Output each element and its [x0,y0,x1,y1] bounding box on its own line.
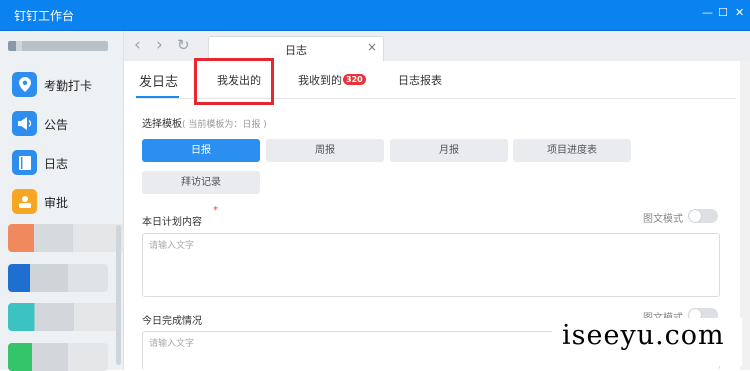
tab-received[interactable]: 我收到的 320 [298,72,366,88]
textarea-placeholder: 请输入文字 [149,339,195,349]
rich-mode-label: 图文模式 [643,214,683,225]
refresh-icon[interactable]: ↻ [177,36,190,54]
toggle-knob [689,210,701,222]
sidebar-item-label: 日志 [44,157,69,171]
minimize-button[interactable]: — [702,6,713,19]
template-project-progress-button[interactable]: 项目进度表 [513,139,631,162]
sidebar-item-approval[interactable]: 审批 [0,184,123,220]
account-name-blurred[interactable] [8,41,108,51]
back-arrow-icon[interactable]: ‹ [134,35,141,55]
sidebar-item-label: 公告 [44,118,69,132]
template-daily-button[interactable]: 日报 [142,139,260,162]
tab-title: 日志 [285,44,307,57]
field-plan-label: 本日计划内容 [142,217,202,228]
sidebar-scrollbar[interactable] [116,225,121,365]
rich-mode-toggle[interactable] [688,209,718,223]
sidebar-item-blurred[interactable] [8,303,118,331]
template-visit-record-button[interactable]: 拜访记录 [142,171,260,194]
template-weekly-button[interactable]: 周报 [266,139,384,162]
annotation-highlight-box [194,58,274,105]
sidebar-item-announcement[interactable]: 公告 [0,106,123,142]
template-monthly-button[interactable]: 月报 [390,139,508,162]
maximize-button[interactable]: ☐ [718,6,728,19]
field-done-label: 今日完成情况 [142,316,202,327]
window-titlebar: 钉钉工作台 — ☐ ✕ [0,0,750,31]
template-label: 选择模板( 当前模板为：日报 ) [142,119,267,130]
person-stamp-icon [12,189,37,214]
close-tab-icon[interactable]: × [367,40,377,54]
sidebar-item-blurred[interactable] [8,224,126,252]
tab-write-log[interactable]: 发日志 [139,71,178,90]
tab-received-label: 我收到的 [298,74,342,87]
app-title: 钉钉工作台 [14,9,75,23]
megaphone-icon [12,111,37,136]
unread-count-badge: 320 [343,74,366,85]
watermark: iseeyu.com [552,318,742,366]
close-window-button[interactable]: ✕ [735,6,744,19]
sidebar-item-blurred[interactable] [8,264,108,292]
watermark-text: iseeyu.com [562,320,725,351]
sidebar-item-label: 审批 [44,196,69,210]
sidebar-item-log[interactable]: 日志 [0,145,123,181]
tab-log-report[interactable]: 日志报表 [398,72,442,88]
plan-content-textarea[interactable]: 请输入文字 [142,233,720,297]
notebook-icon [12,150,37,175]
current-template-hint: ( 当前模板为：日报 ) [182,120,267,130]
sidebar-item-blurred[interactable] [8,343,108,371]
location-pin-icon [12,72,37,97]
required-marker: * [213,205,218,216]
sidebar: 考勤打卡 公告 日志 审批 [0,31,126,371]
textarea-placeholder: 请输入文字 [149,241,195,251]
forward-arrow-icon[interactable]: › [156,35,163,55]
sidebar-item-attendance[interactable]: 考勤打卡 [0,67,123,103]
sidebar-item-label: 考勤打卡 [44,79,93,93]
